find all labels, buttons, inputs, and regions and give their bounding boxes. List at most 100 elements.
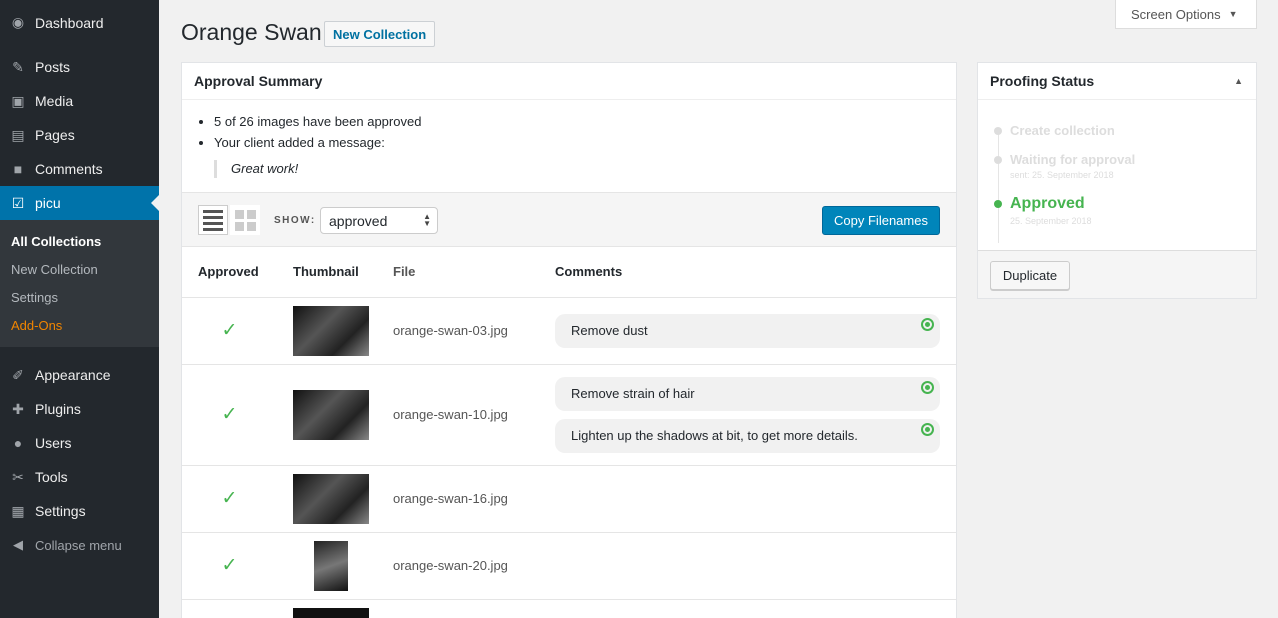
filter-toolbar: SHOW: approved ▲ ▼ Copy Filenames	[182, 192, 956, 247]
column-file: File	[385, 247, 555, 298]
column-approved: Approved	[182, 247, 277, 298]
step-date: 25. September 2018	[1010, 216, 1092, 226]
sidebar-item-label: Plugins	[35, 401, 81, 417]
paintbrush-icon: ✐	[12, 366, 24, 383]
screen-options-button[interactable]: Screen Options ▼	[1115, 0, 1257, 29]
image-thumbnail[interactable]	[293, 473, 369, 524]
proofing-footer: Duplicate	[978, 250, 1256, 298]
settings-icon: ▦	[11, 502, 25, 519]
plugin-icon: ✚	[12, 400, 24, 417]
image-thumbnail[interactable]	[293, 607, 369, 618]
approved-check-icon: ✓	[221, 320, 238, 341]
step-label: Approved	[1010, 195, 1085, 212]
client-message-quote: Great work!	[214, 160, 944, 178]
sidebar-item-label: Posts	[35, 59, 71, 75]
sidebar-item-settings[interactable]: ▦ Settings	[0, 494, 159, 528]
sidebar-item-tools[interactable]: ✂ Tools	[0, 460, 159, 494]
collapse-menu-button[interactable]: ◀ Collapse menu	[0, 528, 159, 562]
image-thumbnail[interactable]	[293, 389, 369, 440]
show-filter-select[interactable]: approved ▲ ▼	[320, 207, 438, 234]
sidebar-item-picu[interactable]: ☑ picu	[0, 186, 159, 220]
sidebar-item-plugins[interactable]: ✚ Plugins	[0, 392, 159, 426]
caret-down-icon: ▼	[1228, 9, 1238, 19]
approved-check-icon: ✓	[221, 488, 238, 509]
proofing-steps: Create collection Waiting for approval s…	[978, 100, 1256, 250]
approved-check-icon: ✓	[221, 404, 238, 425]
step-approved: Approved 25. September 2018	[994, 193, 1256, 228]
comment-resolved-icon[interactable]	[921, 380, 934, 394]
step-date: sent: 25. September 2018	[1010, 170, 1114, 180]
submenu-add-ons[interactable]: Add-Ons	[0, 311, 159, 339]
sidebar-item-pages[interactable]: ▤ Pages	[0, 118, 159, 152]
collapse-icon: ◀	[13, 537, 23, 552]
sidebar-item-comments[interactable]: ■ Comments	[0, 152, 159, 186]
sidebar-item-dashboard[interactable]: ◉ Dashboard	[0, 5, 159, 40]
table-header-row: Approved Thumbnail File Comments	[182, 247, 956, 298]
client-message-text: Your client added a message:	[214, 132, 944, 153]
page-title: Orange Swan	[181, 19, 322, 45]
table-row: ✓ orange-swan-03.jpg Remove dust	[182, 297, 956, 365]
duplicate-button[interactable]: Duplicate	[990, 261, 1070, 290]
table-row: ✓ orange-swan-16.jpg	[182, 465, 956, 533]
step-waiting-for-approval: Waiting for approval sent: 25. September…	[994, 151, 1256, 182]
sidebar-item-label: Dashboard	[35, 14, 104, 31]
step-label: Create collection	[1010, 123, 1115, 138]
collapse-toggle-icon[interactable]: ▲	[1234, 76, 1243, 86]
sidebar-item-label: Comments	[35, 161, 103, 177]
comment-text: Lighten up the shadows at bit, to get mo…	[571, 428, 858, 443]
comment-resolved-icon[interactable]	[921, 422, 934, 436]
sidebar-item-label: Settings	[35, 503, 86, 519]
column-thumbnail: Thumbnail	[277, 247, 385, 298]
show-filter-value: approved	[329, 212, 388, 229]
sidebar-item-appearance[interactable]: ✐ Appearance	[0, 358, 159, 392]
sidebar-item-label: Tools	[35, 469, 68, 485]
summary-list: 5 of 26 images have been approved Your c…	[214, 111, 944, 153]
sidebar-item-label: Users	[35, 435, 72, 451]
wrench-icon: ✂	[12, 468, 24, 485]
approval-summary-box: Approval Summary 5 of 26 images have bee…	[181, 62, 957, 618]
picu-submenu: All Collections New Collection Settings …	[0, 220, 159, 347]
comment-resolved-icon[interactable]	[921, 317, 934, 331]
screen-options-label: Screen Options	[1131, 6, 1221, 22]
image-thumbnail[interactable]	[314, 540, 348, 591]
table-row: ✓ orange-swan-20.jpg	[182, 532, 956, 600]
step-label: Waiting for approval	[1010, 152, 1136, 167]
file-name: orange-swan-10.jpg	[385, 364, 555, 466]
proofing-status-title: Proofing Status	[990, 73, 1095, 89]
comment-item: Remove strain of hair	[555, 376, 940, 411]
pages-icon: ▤	[11, 126, 25, 143]
sidebar-item-media[interactable]: ▣ Media	[0, 84, 159, 118]
users-icon: ●	[13, 435, 23, 451]
column-comments: Comments	[555, 247, 956, 298]
comment-item: Lighten up the shadows at bit, to get mo…	[555, 418, 940, 453]
comment-text: Remove dust	[571, 323, 648, 338]
dashboard-icon: ◉	[11, 14, 25, 30]
collapse-menu-label: Collapse menu	[35, 537, 122, 553]
sidebar-item-users[interactable]: ● Users	[0, 426, 159, 460]
sidebar-item-posts[interactable]: ✎ Posts	[0, 50, 159, 84]
sidebar-item-label: Appearance	[35, 367, 111, 383]
step-dot-icon	[994, 200, 1002, 208]
comment-text: Remove strain of hair	[571, 386, 695, 401]
comment-item: Remove dust	[555, 313, 940, 348]
file-name: orange-swan-16.jpg	[385, 465, 555, 533]
copy-filenames-button[interactable]: Copy Filenames	[822, 206, 940, 235]
file-name: orange-swan-03.jpg	[385, 297, 555, 365]
sidebar-separator	[0, 40, 159, 50]
grid-view-icon[interactable]	[230, 205, 260, 235]
sidebar-item-label: Media	[35, 93, 74, 109]
comments-icon: ■	[13, 161, 23, 177]
proofing-status-header: Proofing Status ▲	[978, 63, 1256, 100]
approval-summary-title: Approval Summary	[182, 63, 956, 100]
list-view-icon[interactable]	[198, 205, 228, 235]
new-collection-button[interactable]: New Collection	[324, 21, 436, 47]
sidebar-item-label: picu	[35, 195, 61, 211]
submenu-all-collections[interactable]: All Collections	[0, 227, 159, 255]
image-thumbnail[interactable]	[293, 305, 369, 356]
submenu-settings[interactable]: Settings	[0, 283, 159, 311]
pin-icon: ✎	[12, 58, 24, 75]
proofing-status-box: Proofing Status ▲ Create collection Wait…	[977, 62, 1257, 299]
submenu-new-collection[interactable]: New Collection	[0, 255, 159, 283]
picu-icon: ☑	[11, 194, 25, 211]
table-row	[182, 599, 956, 618]
